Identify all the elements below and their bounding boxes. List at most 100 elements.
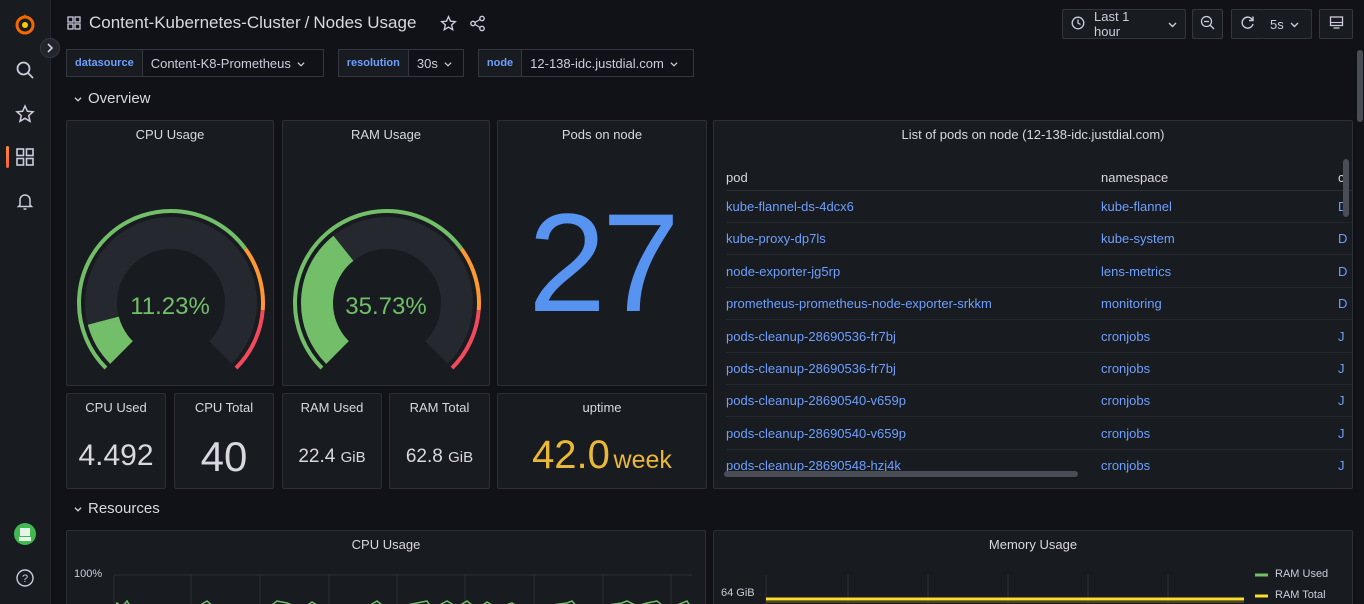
table-cell-c[interactable]: J (1338, 393, 1345, 408)
table-body: kube-flannel-ds-4dcx6 kube-flannel Dkube-p… (726, 191, 1352, 477)
chevron-down-icon (1168, 17, 1177, 32)
breadcrumb: Content-Kubernetes-Cluster / Nodes Usage (89, 13, 416, 33)
column-header-pod[interactable]: pod (726, 170, 748, 185)
panel-ram-total[interactable]: RAM Total 62.8 GiB (389, 393, 490, 489)
panel-pods-table[interactable]: List of pods on node (12-138-idc.justdia… (713, 120, 1353, 489)
table-cell-pod[interactable]: pods-cleanup-28690540-v659p (726, 426, 906, 441)
table-row: pods-cleanup-28690536-fr7bj cronjobs J (726, 353, 1352, 385)
bell-icon[interactable] (14, 190, 36, 212)
memory-timeseries-plot (765, 573, 1268, 604)
table-cell-namespace[interactable]: kube-flannel (1101, 199, 1172, 214)
table-cell-pod[interactable]: kube-flannel-ds-4dcx6 (726, 199, 854, 214)
column-header-namespace[interactable]: namespace (1101, 170, 1168, 185)
search-icon[interactable] (14, 59, 36, 81)
chevron-down-icon (444, 56, 452, 71)
table-cell-namespace[interactable]: cronjobs (1101, 329, 1150, 344)
table-row: pods-cleanup-28690536-fr7bj cronjobs J (726, 321, 1352, 353)
share-icon[interactable] (469, 15, 486, 35)
stat-value: 4.492 (78, 439, 154, 472)
panel-cpu-usage[interactable]: CPU Usage 11.23% (66, 120, 274, 386)
gauge-value: 35.73% (345, 293, 427, 320)
table-cell-pod[interactable]: node-exporter-jg5rp (726, 264, 840, 279)
stat-value: 40 (200, 433, 248, 480)
table-cell-c[interactable]: D (1338, 264, 1347, 279)
panel-title: RAM Used (300, 400, 364, 415)
help-icon[interactable]: ? (14, 567, 36, 589)
dashboards-icon[interactable] (14, 146, 36, 168)
panel-ram-usage[interactable]: RAM Usage 35.73% (282, 120, 490, 386)
active-indicator (6, 146, 9, 168)
user-avatar-icon[interactable] (14, 523, 36, 545)
zoom-out-button[interactable] (1192, 9, 1223, 39)
table-cell-namespace[interactable]: cronjobs (1101, 426, 1150, 441)
folder-link[interactable]: Content-Kubernetes-Cluster (89, 13, 301, 32)
refresh-interval-picker[interactable]: 5s (1262, 9, 1312, 39)
variable-select-resolution[interactable]: 30s (408, 49, 464, 77)
table-cell-pod[interactable]: pods-cleanup-28690536-fr7bj (726, 329, 896, 344)
favorite-star-icon[interactable] (440, 15, 457, 35)
gauge-value-arc (87, 316, 134, 364)
table-cell-c[interactable]: J (1338, 361, 1345, 376)
panel-title: CPU Usage (135, 127, 205, 142)
table-vertical-scrollbar[interactable] (1343, 159, 1349, 217)
row-resources[interactable]: Resources (74, 500, 160, 517)
chevron-down-icon (74, 90, 82, 107)
table-row: node-exporter-jg5rp lens-metrics D (726, 256, 1352, 288)
expand-sidebar-button[interactable] (40, 38, 60, 58)
table-cell-namespace[interactable]: kube-system (1101, 231, 1175, 246)
table-cell-c[interactable]: D (1338, 296, 1347, 311)
grafana-logo-icon[interactable] (14, 13, 36, 35)
star-icon[interactable] (14, 103, 36, 125)
stat-value-group: 62.8 GiB (390, 446, 489, 468)
dashboard-grid-icon (67, 16, 81, 33)
panel-pods-on-node[interactable]: Pods on node 27 (497, 120, 707, 386)
top-bar: Content-Kubernetes-Cluster / Nodes Usage L… (51, 0, 1364, 48)
stat-unit: GiB (448, 449, 474, 466)
panel-title: Pods on node (561, 127, 643, 142)
table-row: pods-cleanup-28690540-v659p cronjobs J (726, 385, 1352, 418)
table-cell-pod[interactable]: pods-cleanup-28690536-fr7bj (726, 361, 896, 376)
refresh-button[interactable] (1231, 9, 1263, 39)
stat-unit: GiB (340, 449, 366, 466)
page-vertical-scrollbar[interactable] (1357, 50, 1363, 122)
variable-select-datasource[interactable]: Content-K8-Prometheus (142, 49, 324, 77)
table-cell-namespace[interactable]: cronjobs (1101, 393, 1150, 408)
table-row: kube-flannel-ds-4dcx6kube-flannelD (726, 191, 1352, 223)
cpu-gauge (76, 208, 266, 370)
panel-cpu-used[interactable]: CPU Used 4.492 (66, 393, 166, 489)
panel-title: List of pods on node (12-138-idc.justdia… (901, 127, 1165, 142)
panel-uptime[interactable]: uptime 42.0 week (497, 393, 707, 489)
panel-title: RAM Total (409, 400, 470, 415)
table-cell-c[interactable]: J (1338, 458, 1345, 473)
table-cell-c[interactable]: J (1338, 329, 1345, 344)
variable-label-resolution: resolution (337, 49, 409, 77)
stat-unit: week (613, 446, 672, 474)
panel-memory-usage-timeseries[interactable]: Memory Usage 64 GiB RAM Used RAM Total (713, 530, 1353, 604)
table-cell-pod[interactable]: kube-proxy-dp7ls (726, 231, 826, 246)
legend-item-ram-used[interactable]: RAM Used (1275, 568, 1328, 580)
table-cell-pod[interactable]: prometheus-prometheus-node-exporter-srkk… (726, 296, 992, 311)
legend-item-ram-total[interactable]: RAM Total (1275, 589, 1326, 601)
variable-select-node[interactable]: 12-138-idc.justdial.com (522, 49, 695, 77)
table-cell-namespace[interactable]: cronjobs (1101, 458, 1150, 473)
monitor-icon (1329, 15, 1344, 33)
table-cell-c[interactable]: D (1338, 231, 1347, 246)
chevron-down-icon (74, 500, 82, 517)
table-header: pod namespace c (726, 163, 1352, 191)
panel-title: RAM Usage (350, 127, 422, 142)
table-cell-namespace[interactable]: lens-metrics (1101, 264, 1171, 279)
stat-value: 42.0 (532, 433, 610, 477)
panel-cpu-total[interactable]: CPU Total 40 (174, 393, 274, 489)
table-cell-namespace[interactable]: monitoring (1101, 296, 1162, 311)
table-cell-pod[interactable]: pods-cleanup-28690540-v659p (726, 393, 906, 408)
table-horizontal-scrollbar[interactable] (724, 471, 1078, 477)
row-overview[interactable]: Overview (74, 90, 151, 107)
table-cell-namespace[interactable]: cronjobs (1101, 361, 1150, 376)
panel-ram-used[interactable]: RAM Used 22.4 GiB (282, 393, 382, 489)
panel-cpu-usage-timeseries[interactable]: CPU Usage 100% (66, 530, 706, 604)
breadcrumb-separator: / (304, 13, 310, 32)
refresh-icon (1240, 15, 1255, 33)
kiosk-mode-button[interactable] (1319, 9, 1353, 39)
table-cell-c[interactable]: J (1338, 426, 1345, 441)
time-range-picker[interactable]: Last 1 hour (1062, 9, 1186, 39)
